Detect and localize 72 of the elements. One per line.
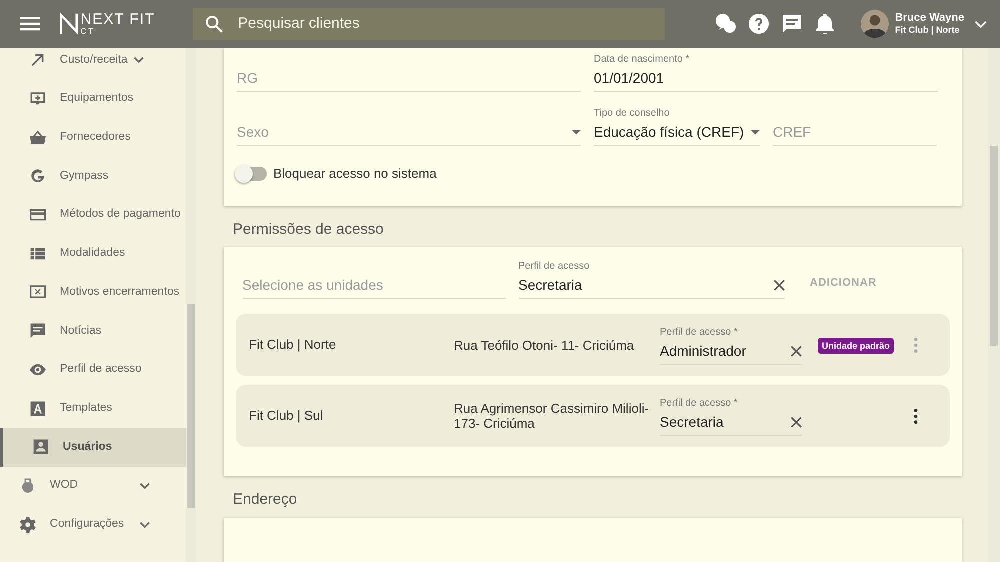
sidebar-item[interactable]: Gympass <box>0 157 186 196</box>
sidebar-item[interactable]: Modalidades <box>0 234 186 274</box>
field-label: Data de nascimento * <box>594 54 690 66</box>
g-letter-icon <box>30 168 46 184</box>
sidebar-item[interactable]: Equipamentos <box>0 80 186 118</box>
user-name: Bruce Wayne <box>895 12 964 25</box>
sidebar-item[interactable]: Usuários <box>0 428 186 467</box>
avatar-icon <box>860 10 889 38</box>
eye-icon <box>30 362 46 378</box>
sidebar-item[interactable]: Perfil de acesso <box>0 350 186 390</box>
logo-icon <box>60 11 78 37</box>
search-icon <box>206 16 224 32</box>
select-field[interactable]: Educação física (CREF) <box>594 122 751 143</box>
close-box-icon <box>30 284 46 300</box>
field-label: Perfil de acesso * <box>660 398 738 410</box>
select-field[interactable]: Administrador <box>660 341 791 362</box>
clear-button[interactable] <box>774 280 784 291</box>
toggle-label: Bloquear acesso no sistema <box>274 165 437 183</box>
basket-icon <box>30 130 46 146</box>
user-unit: Fit Club | Norte <box>895 25 961 36</box>
sidebar-item[interactable]: Custo/receita <box>0 48 186 80</box>
more-options-button[interactable] <box>914 408 918 424</box>
scrollbar-thumb[interactable] <box>990 146 998 346</box>
select-field[interactable]: Sexo <box>237 122 572 143</box>
field-label: Tipo de conselho <box>594 108 670 120</box>
chat-money-button[interactable] <box>716 14 736 34</box>
sidebar-item[interactable]: Notícias <box>0 312 186 350</box>
clear-button[interactable] <box>791 417 802 428</box>
logo-subtitle: CT <box>80 27 96 36</box>
select-field[interactable]: Selecione as unidades <box>242 275 506 296</box>
select-field[interactable]: Secretaria <box>518 275 774 296</box>
monitor-icon <box>30 91 46 108</box>
toggle-switch[interactable] <box>237 166 267 181</box>
arrow-icon <box>30 52 46 68</box>
person-icon <box>33 439 49 456</box>
logo-text: NEXT FIT <box>80 12 156 27</box>
settings-icon <box>20 516 36 533</box>
select-field[interactable]: Secretaria <box>660 412 791 433</box>
dropdown-icon <box>572 130 581 135</box>
message-icon <box>30 323 46 340</box>
search-input[interactable]: Pesquisar clientes <box>236 12 636 36</box>
sidebar-item[interactable]: WOD <box>0 466 186 506</box>
sidebar-item[interactable]: Templates <box>0 389 186 428</box>
unit-address: Rua Agrimensor Cassimiro Milioli- 173- Criciúma <box>454 401 650 431</box>
unit-name: Fit Club | Norte <box>249 336 338 354</box>
scrollbar-thumb[interactable] <box>187 304 195 508</box>
search-field[interactable]: Pesquisar clientes <box>193 8 666 40</box>
menu-button[interactable] <box>20 17 40 31</box>
sidebar-item[interactable]: Fornecedores <box>0 118 186 158</box>
kettlebell-icon <box>20 478 36 494</box>
default-unit-badge: Unidade padrão <box>818 338 894 354</box>
message-button[interactable] <box>782 14 802 34</box>
sidebar-item[interactable]: Configurações <box>0 505 186 544</box>
unit-name: Fit Club | Sul <box>249 407 324 426</box>
section-title: Endereço <box>232 490 298 510</box>
field-label: Perfil de acesso * <box>660 327 738 339</box>
list-icon <box>30 246 46 262</box>
input-field[interactable]: RG <box>237 68 581 89</box>
sidebar-item[interactable]: Métodos de pagamento <box>0 196 186 234</box>
caret-icon <box>975 20 987 28</box>
notification-bell-button[interactable] <box>814 14 835 34</box>
letter-a-icon <box>30 400 46 417</box>
section-title: Permissões de acesso <box>232 220 385 240</box>
field-label: Perfil de acesso <box>518 261 590 273</box>
input-field[interactable]: CREF <box>773 122 937 143</box>
sidebar-item[interactable]: Motivos encerramentos <box>0 273 186 312</box>
input-field[interactable]: 01/01/2001 <box>594 68 938 89</box>
dropdown-icon <box>751 130 760 135</box>
help-button[interactable] <box>748 14 769 34</box>
credit-card-icon <box>30 207 46 224</box>
clear-button[interactable] <box>791 346 802 357</box>
unit-address: Rua Teófilo Otoni- 11- Criciúma <box>454 338 636 352</box>
